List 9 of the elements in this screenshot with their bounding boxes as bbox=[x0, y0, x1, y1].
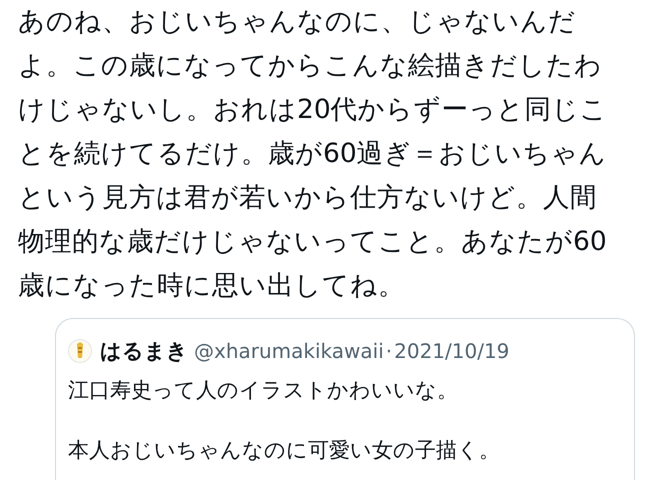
user-name: はるまき bbox=[100, 338, 188, 365]
user-handle: @xharumakikawaii bbox=[194, 339, 384, 363]
quoted-tweet-card[interactable]: はるまき @xharumakikawaii·2021/10/19 江口寿史って人のイラストかわいいな。 本人おじいちゃんなのに可愛い女の子描く。 bbox=[55, 318, 635, 480]
separator: · bbox=[386, 339, 392, 363]
quoted-text: 江口寿史って人のイラストかわいいな。 bbox=[68, 377, 459, 404]
quoted-text: 本人おじいちゃんなのに可愛い女の子描く。 bbox=[68, 437, 501, 464]
post-date: 2021/10/19 bbox=[394, 339, 510, 363]
avatar-icon bbox=[68, 339, 92, 363]
tweet-text: あのね、おじいちゃんなのに、じゃないんだよ。この歳になってからこんな絵描きだしたわけじゃないし。おれは20代からずーっと同じことを続けてるだけ。歳が60過ぎ＝おじいちゃんという見方は君が若いから仕方ないけど。人間物理的な歳だけじゃないってこと。あなたが60歳になった時に思い出してね。 bbox=[18, 5, 609, 303]
